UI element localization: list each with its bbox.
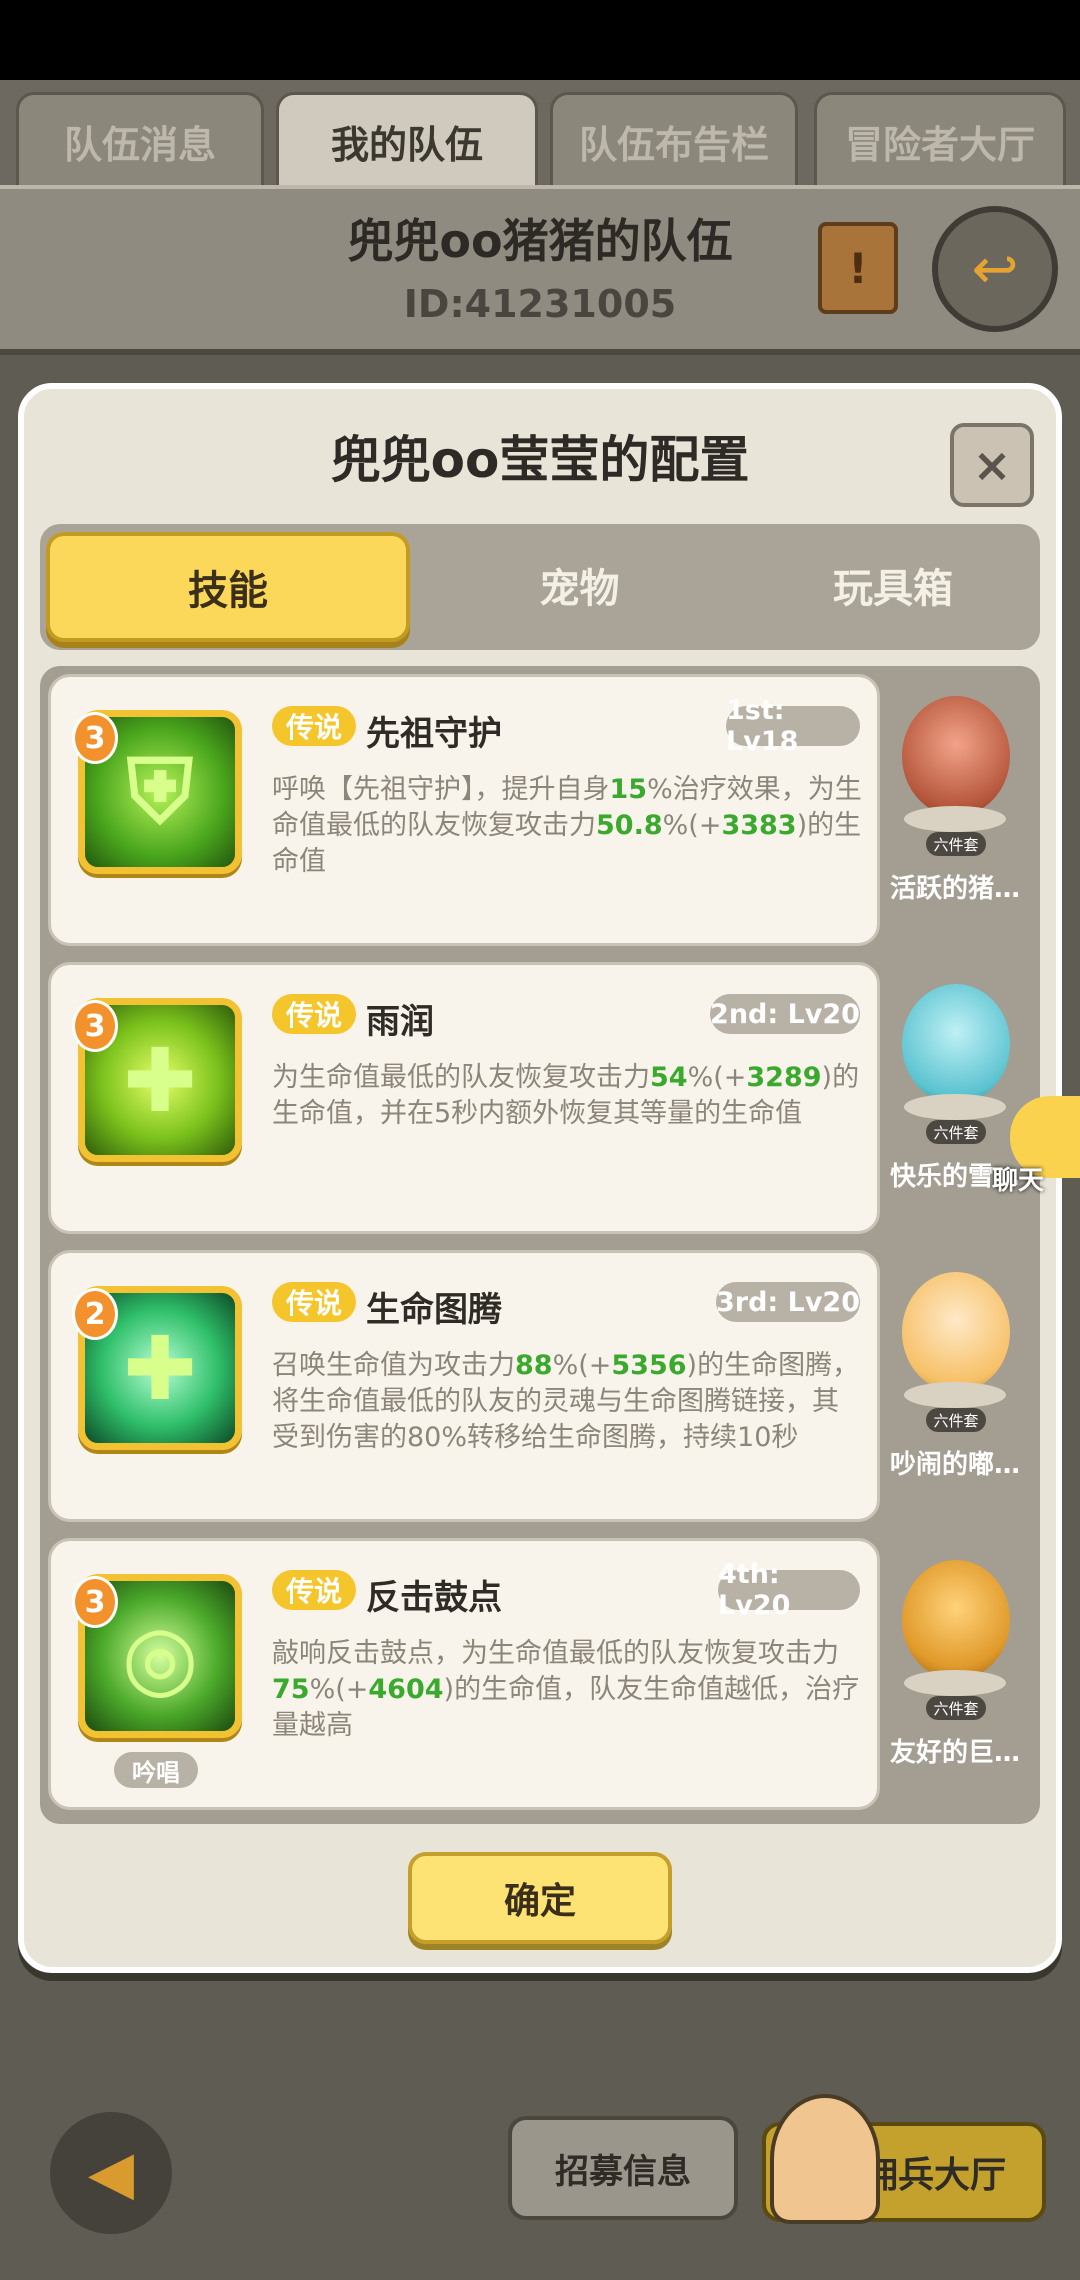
pet-pedestal xyxy=(904,1670,1006,1696)
highlight-value: 3383 xyxy=(721,810,797,841)
pet-name: 吵闹的嘟… xyxy=(889,1450,1020,1480)
tab-skills[interactable]: 技能 xyxy=(46,532,410,642)
panel-title: 兜兜oo莹莹的配置 xyxy=(330,431,750,489)
pet-snow-creature-icon xyxy=(902,984,1010,1104)
skill-description: 为生命值最低的队友恢复攻击力54%(+3289)的生命值，并在5秒内额外恢复其等… xyxy=(272,1060,864,1132)
description-text: %(+ xyxy=(552,1350,612,1381)
rarity-badge: 传说 xyxy=(272,1570,356,1610)
skill-level-badge: 3 xyxy=(72,712,118,764)
skill-name: 反击鼓点 xyxy=(366,1578,502,1618)
chat-label[interactable]: 聊天 xyxy=(992,1160,1044,1197)
pet-pedestal xyxy=(904,1094,1006,1120)
description-text: %(+ xyxy=(687,1062,747,1093)
highlight-value: 5356 xyxy=(611,1350,687,1381)
pet-pedestal xyxy=(904,806,1006,832)
confirm-button[interactable]: 确定 xyxy=(408,1852,672,1944)
pet-boar-icon xyxy=(902,696,1010,816)
skill-slot-level: 2nd: Lv20 xyxy=(710,994,860,1034)
highlight-value: 88 xyxy=(515,1350,553,1381)
team-title: 兜兜oo猪猪的队伍 xyxy=(347,214,733,268)
pet-giant-icon xyxy=(902,1560,1010,1680)
skill-level-badge: 2 xyxy=(72,1288,118,1340)
skill-description: 敲响反击鼓点，为生命值最低的队友恢复攻击力75%(+4604)的生命值，队友生命… xyxy=(272,1636,864,1744)
skill-name: 生命图腾 xyxy=(366,1290,502,1330)
highlight-value: 3289 xyxy=(746,1062,822,1093)
tab-my-team[interactable]: 我的队伍 xyxy=(276,92,538,188)
status-bar xyxy=(0,0,1080,80)
team-id: ID:41231005 xyxy=(403,282,677,326)
description-text: 呼唤【先祖守护】，提升自身 xyxy=(272,774,610,805)
description-text: 敲响反击鼓点，为生命值最低的队友恢复攻击力 xyxy=(272,1638,839,1669)
highlight-value: 54 xyxy=(650,1062,688,1093)
config-tabs: 技能 宠物 玩具箱 xyxy=(40,524,1040,650)
highlight-value: 50.8 xyxy=(596,810,663,841)
scroll-icon[interactable]: ! xyxy=(818,222,898,314)
rarity-badge: 传说 xyxy=(272,706,356,746)
tab-adventurer-hall[interactable]: 冒险者大厅 xyxy=(814,92,1066,188)
pet-name: 活跃的猪… xyxy=(889,874,1020,904)
back-arrow-icon[interactable]: ◀ xyxy=(50,2112,172,2234)
description-text: %(+ xyxy=(662,810,722,841)
skill-name: 雨润 xyxy=(366,1002,434,1042)
highlight-value: 15 xyxy=(609,774,648,805)
skill-description: 呼唤【先祖守护】，提升自身15%治疗效果，为生命值最低的队友恢复攻击力50.8%… xyxy=(272,772,864,880)
pet-set-tag: 六件套 xyxy=(926,1696,986,1720)
tab-team-board[interactable]: 队伍布告栏 xyxy=(550,92,798,188)
skill-slot-level: 3rd: Lv20 xyxy=(716,1282,860,1322)
exit-team-icon[interactable]: ↩ xyxy=(932,206,1058,332)
pet-bird-icon xyxy=(902,1272,1010,1392)
rarity-badge: 传说 xyxy=(272,994,356,1034)
pet-set-tag: 六件套 xyxy=(926,1408,986,1432)
caveman-avatar-icon xyxy=(770,2094,880,2224)
description-text: 为生命值最低的队友恢复攻击力 xyxy=(272,1062,650,1093)
pet-slot-4[interactable]: 六件套 友好的巨… xyxy=(882,1538,1028,1810)
pet-name: 友好的巨… xyxy=(889,1738,1020,1768)
skill-name: 先祖守护 xyxy=(366,714,502,754)
pet-set-tag: 六件套 xyxy=(926,1120,986,1144)
skill-slot-level: 1st: Lv18 xyxy=(726,695,860,757)
highlight-value: 4604 xyxy=(368,1674,444,1705)
pet-slot-3[interactable]: 六件套 吵闹的嘟… xyxy=(882,1250,1028,1522)
pet-slot-1[interactable]: 六件套 活跃的猪… xyxy=(882,674,1028,946)
skill-slot-level: 4th: Lv20 xyxy=(718,1559,860,1621)
pet-set-tag: 六件套 xyxy=(926,832,986,856)
close-button[interactable]: × xyxy=(950,423,1034,507)
tab-pets[interactable]: 宠物 xyxy=(413,524,746,646)
top-tab-bar: 队伍消息 我的队伍 队伍布告栏 冒险者大厅 xyxy=(0,80,1080,190)
tab-team-messages[interactable]: 队伍消息 xyxy=(16,92,264,188)
skill-description: 召唤生命值为攻击力88%(+5356)的生命图腾，将生命值最低的队友的灵魂与生命… xyxy=(272,1348,864,1456)
skill-level-badge: 3 xyxy=(72,1000,118,1052)
chant-badge: 吟唱 xyxy=(114,1752,198,1788)
pet-pedestal xyxy=(904,1382,1006,1408)
description-text: %(+ xyxy=(309,1674,369,1705)
recruit-info-button[interactable]: 招募信息 xyxy=(508,2116,738,2220)
description-text: 召唤生命值为攻击力 xyxy=(272,1350,515,1381)
tab-toybox[interactable]: 玩具箱 xyxy=(746,524,1040,646)
skill-level-badge: 3 xyxy=(72,1576,118,1628)
rarity-badge: 传说 xyxy=(272,1282,356,1322)
highlight-value: 75 xyxy=(272,1674,310,1705)
